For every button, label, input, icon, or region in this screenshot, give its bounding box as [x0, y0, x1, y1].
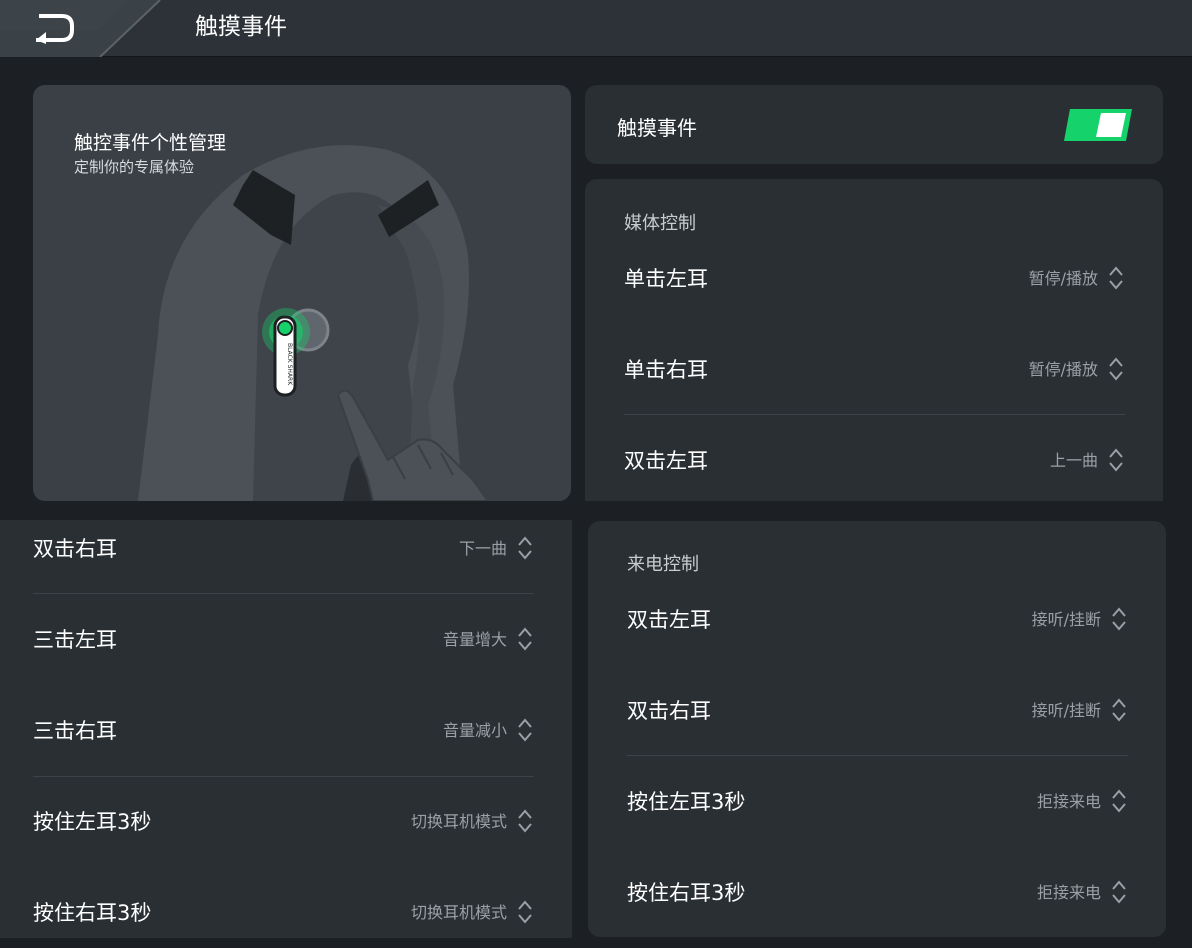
- chevron-up-down-icon: [1109, 266, 1123, 290]
- divider: [33, 776, 534, 777]
- row-value: 拒接来电: [1036, 883, 1101, 902]
- page-title: 触摸事件: [195, 14, 287, 40]
- chevron-up-down-icon: [518, 809, 532, 833]
- row-value: 暂停/播放: [1028, 360, 1098, 379]
- row-value: 接听/挂断: [1031, 701, 1101, 720]
- media-row-triple-left[interactable]: 三击左耳 音量增大: [33, 626, 533, 717]
- row-value: 拒接来电: [1036, 792, 1101, 811]
- divider: [627, 755, 1128, 756]
- app-header: 触摸事件: [0, 0, 1192, 57]
- chevron-up-down-icon: [518, 718, 532, 742]
- row-label: 单击右耳: [624, 358, 708, 382]
- media-row-single-left[interactable]: 单击左耳 暂停/播放: [624, 265, 1124, 356]
- chevron-up-down-icon: [1112, 698, 1126, 722]
- row-label: 单击左耳: [624, 267, 708, 291]
- media-control-list-continued: 双击右耳 下一曲 三击左耳 音量增大 三击右耳 音量减小 按住左耳3秒 切换耳机…: [0, 520, 572, 938]
- row-label: 双击左耳: [624, 449, 708, 473]
- earbud-brand-text: BLACK SHARK: [286, 343, 293, 386]
- chevron-up-down-icon: [1109, 357, 1123, 381]
- media-row-double-left[interactable]: 双击左耳 上一曲: [624, 447, 1124, 501]
- touch-event-toggle-card: 触摸事件: [585, 85, 1163, 164]
- media-row-double-right[interactable]: 双击右耳 下一曲: [33, 535, 533, 626]
- call-control-card: 来电控制 双击左耳 接听/挂断 双击右耳 接听/挂断 按住左耳3秒 拒接来电 按…: [588, 521, 1166, 937]
- row-value: 接听/挂断: [1031, 610, 1101, 629]
- call-row-double-left[interactable]: 双击左耳 接听/挂断: [627, 606, 1127, 697]
- divider: [624, 414, 1125, 415]
- media-row-hold-right[interactable]: 按住右耳3秒 切换耳机模式: [33, 899, 533, 935]
- hero-banner: BLACK SHARK 触控事件个性管理 定制你的专属体验: [33, 85, 571, 501]
- row-value: 切换耳机模式: [410, 903, 507, 922]
- call-row-double-right[interactable]: 双击右耳 接听/挂断: [627, 697, 1127, 788]
- row-value: 上一曲: [1049, 451, 1098, 470]
- divider: [33, 593, 534, 594]
- row-value: 下一曲: [458, 539, 507, 558]
- row-label: 按住右耳3秒: [33, 901, 152, 925]
- call-row-hold-right[interactable]: 按住右耳3秒 拒接来电: [627, 879, 1127, 937]
- back-arrow-icon: [36, 14, 74, 44]
- call-row-hold-left[interactable]: 按住左耳3秒 拒接来电: [627, 788, 1127, 879]
- chevron-up-down-icon: [518, 536, 532, 560]
- chevron-up-down-icon: [1112, 880, 1126, 904]
- row-value: 切换耳机模式: [410, 812, 507, 831]
- touch-event-switch[interactable]: [1064, 109, 1132, 141]
- chevron-up-down-icon: [1109, 448, 1123, 472]
- chevron-up-down-icon: [518, 900, 532, 924]
- media-control-title: 媒体控制: [624, 213, 696, 234]
- media-row-hold-left[interactable]: 按住左耳3秒 切换耳机模式: [33, 808, 533, 899]
- hero-subtitle: 定制你的专属体验: [74, 158, 195, 176]
- row-label: 按住左耳3秒: [627, 790, 746, 814]
- chevron-up-down-icon: [518, 627, 532, 651]
- media-row-single-right[interactable]: 单击右耳 暂停/播放: [624, 356, 1124, 447]
- media-control-card: 媒体控制 单击左耳 暂停/播放 单击右耳 暂停/播放 双击左耳 上一曲: [585, 179, 1163, 501]
- media-row-triple-right[interactable]: 三击右耳 音量减小: [33, 717, 533, 808]
- chevron-up-down-icon: [1112, 789, 1126, 813]
- row-label: 三击左耳: [33, 628, 117, 652]
- row-value: 音量增大: [442, 630, 507, 649]
- row-label: 三击右耳: [33, 719, 117, 743]
- chevron-up-down-icon: [1112, 607, 1126, 631]
- back-button[interactable]: [0, 0, 170, 57]
- row-label: 双击右耳: [33, 537, 117, 561]
- row-label: 双击左耳: [627, 608, 711, 632]
- hero-title: 触控事件个性管理: [74, 132, 227, 154]
- call-control-title: 来电控制: [627, 554, 699, 575]
- touch-event-label: 触摸事件: [617, 116, 697, 140]
- row-value: 暂停/播放: [1028, 269, 1098, 288]
- row-label: 按住左耳3秒: [33, 810, 152, 834]
- row-label: 双击右耳: [627, 699, 711, 723]
- row-value: 音量减小: [442, 721, 507, 740]
- row-label: 按住右耳3秒: [627, 881, 746, 905]
- back-button-background: [0, 0, 161, 57]
